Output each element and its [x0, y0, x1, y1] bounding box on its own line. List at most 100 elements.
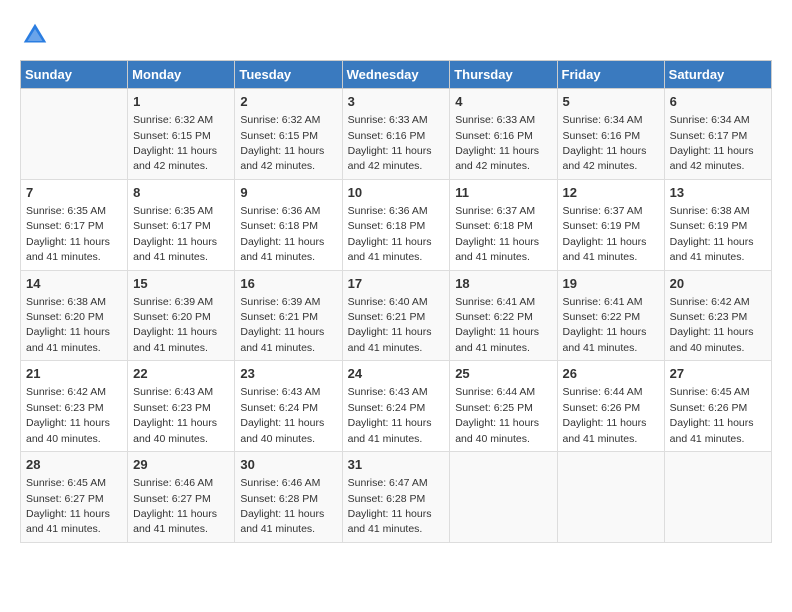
sunrise-info: Sunrise: 6:36 AM: [240, 205, 320, 217]
day-number: 30: [240, 456, 336, 474]
calendar-table: SundayMondayTuesdayWednesdayThursdayFrid…: [20, 60, 772, 543]
daylight-info: Daylight: 11 hours and 41 minutes.: [563, 236, 647, 263]
calendar-day-cell: 2 Sunrise: 6:32 AM Sunset: 6:15 PM Dayli…: [235, 89, 342, 180]
day-number: 17: [348, 275, 445, 293]
sunrise-info: Sunrise: 6:42 AM: [26, 386, 106, 398]
sunrise-info: Sunrise: 6:47 AM: [348, 477, 428, 489]
calendar-day-cell: [21, 89, 128, 180]
sunrise-info: Sunrise: 6:40 AM: [348, 296, 428, 308]
day-number: 28: [26, 456, 122, 474]
daylight-info: Daylight: 11 hours and 42 minutes.: [670, 145, 754, 172]
calendar-day-cell: 14 Sunrise: 6:38 AM Sunset: 6:20 PM Dayl…: [21, 270, 128, 361]
daylight-info: Daylight: 11 hours and 41 minutes.: [348, 236, 432, 263]
day-number: 15: [133, 275, 229, 293]
sunrise-info: Sunrise: 6:42 AM: [670, 296, 750, 308]
day-number: 26: [563, 365, 659, 383]
calendar-day-cell: [664, 452, 771, 543]
sunset-info: Sunset: 6:16 PM: [455, 130, 533, 142]
daylight-info: Daylight: 11 hours and 42 minutes.: [348, 145, 432, 172]
daylight-info: Daylight: 11 hours and 42 minutes.: [455, 145, 539, 172]
calendar-day-cell: 7 Sunrise: 6:35 AM Sunset: 6:17 PM Dayli…: [21, 179, 128, 270]
day-number: 10: [348, 184, 445, 202]
daylight-info: Daylight: 11 hours and 41 minutes.: [670, 417, 754, 444]
sunset-info: Sunset: 6:21 PM: [240, 311, 318, 323]
sunrise-info: Sunrise: 6:33 AM: [348, 114, 428, 126]
sunrise-info: Sunrise: 6:33 AM: [455, 114, 535, 126]
calendar-week-row: 7 Sunrise: 6:35 AM Sunset: 6:17 PM Dayli…: [21, 179, 772, 270]
sunrise-info: Sunrise: 6:37 AM: [563, 205, 643, 217]
calendar-day-cell: 30 Sunrise: 6:46 AM Sunset: 6:28 PM Dayl…: [235, 452, 342, 543]
sunset-info: Sunset: 6:20 PM: [26, 311, 104, 323]
daylight-info: Daylight: 11 hours and 41 minutes.: [563, 417, 647, 444]
calendar-day-cell: 10 Sunrise: 6:36 AM Sunset: 6:18 PM Dayl…: [342, 179, 450, 270]
sunset-info: Sunset: 6:23 PM: [26, 402, 104, 414]
day-number: 13: [670, 184, 766, 202]
sunset-info: Sunset: 6:20 PM: [133, 311, 211, 323]
day-number: 31: [348, 456, 445, 474]
daylight-info: Daylight: 11 hours and 41 minutes.: [455, 236, 539, 263]
logo: [20, 20, 54, 50]
day-number: 7: [26, 184, 122, 202]
day-of-week-header: Monday: [128, 61, 235, 89]
day-number: 16: [240, 275, 336, 293]
calendar-day-cell: 4 Sunrise: 6:33 AM Sunset: 6:16 PM Dayli…: [450, 89, 557, 180]
sunset-info: Sunset: 6:16 PM: [563, 130, 641, 142]
sunset-info: Sunset: 6:25 PM: [455, 402, 533, 414]
sunrise-info: Sunrise: 6:44 AM: [455, 386, 535, 398]
day-number: 29: [133, 456, 229, 474]
day-number: 22: [133, 365, 229, 383]
sunrise-info: Sunrise: 6:44 AM: [563, 386, 643, 398]
sunset-info: Sunset: 6:19 PM: [563, 220, 641, 232]
sunrise-info: Sunrise: 6:35 AM: [133, 205, 213, 217]
sunrise-info: Sunrise: 6:46 AM: [240, 477, 320, 489]
day-number: 6: [670, 93, 766, 111]
day-of-week-header: Thursday: [450, 61, 557, 89]
day-number: 21: [26, 365, 122, 383]
calendar-header-row: SundayMondayTuesdayWednesdayThursdayFrid…: [21, 61, 772, 89]
calendar-day-cell: 27 Sunrise: 6:45 AM Sunset: 6:26 PM Dayl…: [664, 361, 771, 452]
sunrise-info: Sunrise: 6:36 AM: [348, 205, 428, 217]
calendar-day-cell: 13 Sunrise: 6:38 AM Sunset: 6:19 PM Dayl…: [664, 179, 771, 270]
calendar-week-row: 21 Sunrise: 6:42 AM Sunset: 6:23 PM Dayl…: [21, 361, 772, 452]
day-number: 9: [240, 184, 336, 202]
sunset-info: Sunset: 6:28 PM: [348, 493, 426, 505]
sunrise-info: Sunrise: 6:34 AM: [563, 114, 643, 126]
calendar-day-cell: 20 Sunrise: 6:42 AM Sunset: 6:23 PM Dayl…: [664, 270, 771, 361]
sunrise-info: Sunrise: 6:45 AM: [670, 386, 750, 398]
sunrise-info: Sunrise: 6:32 AM: [133, 114, 213, 126]
daylight-info: Daylight: 11 hours and 41 minutes.: [133, 326, 217, 353]
calendar-day-cell: 11 Sunrise: 6:37 AM Sunset: 6:18 PM Dayl…: [450, 179, 557, 270]
day-number: 4: [455, 93, 551, 111]
page-header: [20, 20, 772, 50]
day-of-week-header: Friday: [557, 61, 664, 89]
sunset-info: Sunset: 6:23 PM: [133, 402, 211, 414]
daylight-info: Daylight: 11 hours and 41 minutes.: [348, 508, 432, 535]
sunset-info: Sunset: 6:18 PM: [240, 220, 318, 232]
sunrise-info: Sunrise: 6:37 AM: [455, 205, 535, 217]
daylight-info: Daylight: 11 hours and 40 minutes.: [455, 417, 539, 444]
sunrise-info: Sunrise: 6:46 AM: [133, 477, 213, 489]
sunset-info: Sunset: 6:15 PM: [133, 130, 211, 142]
calendar-day-cell: 15 Sunrise: 6:39 AM Sunset: 6:20 PM Dayl…: [128, 270, 235, 361]
sunrise-info: Sunrise: 6:43 AM: [348, 386, 428, 398]
sunrise-info: Sunrise: 6:45 AM: [26, 477, 106, 489]
sunset-info: Sunset: 6:27 PM: [133, 493, 211, 505]
sunrise-info: Sunrise: 6:38 AM: [670, 205, 750, 217]
calendar-day-cell: 16 Sunrise: 6:39 AM Sunset: 6:21 PM Dayl…: [235, 270, 342, 361]
sunrise-info: Sunrise: 6:39 AM: [240, 296, 320, 308]
daylight-info: Daylight: 11 hours and 42 minutes.: [563, 145, 647, 172]
calendar-day-cell: 25 Sunrise: 6:44 AM Sunset: 6:25 PM Dayl…: [450, 361, 557, 452]
calendar-day-cell: 8 Sunrise: 6:35 AM Sunset: 6:17 PM Dayli…: [128, 179, 235, 270]
sunrise-info: Sunrise: 6:43 AM: [240, 386, 320, 398]
calendar-day-cell: 19 Sunrise: 6:41 AM Sunset: 6:22 PM Dayl…: [557, 270, 664, 361]
calendar-day-cell: 29 Sunrise: 6:46 AM Sunset: 6:27 PM Dayl…: [128, 452, 235, 543]
sunrise-info: Sunrise: 6:39 AM: [133, 296, 213, 308]
day-of-week-header: Saturday: [664, 61, 771, 89]
daylight-info: Daylight: 11 hours and 42 minutes.: [240, 145, 324, 172]
day-number: 2: [240, 93, 336, 111]
day-of-week-header: Wednesday: [342, 61, 450, 89]
day-number: 20: [670, 275, 766, 293]
sunrise-info: Sunrise: 6:41 AM: [455, 296, 535, 308]
day-of-week-header: Sunday: [21, 61, 128, 89]
daylight-info: Daylight: 11 hours and 40 minutes.: [240, 417, 324, 444]
